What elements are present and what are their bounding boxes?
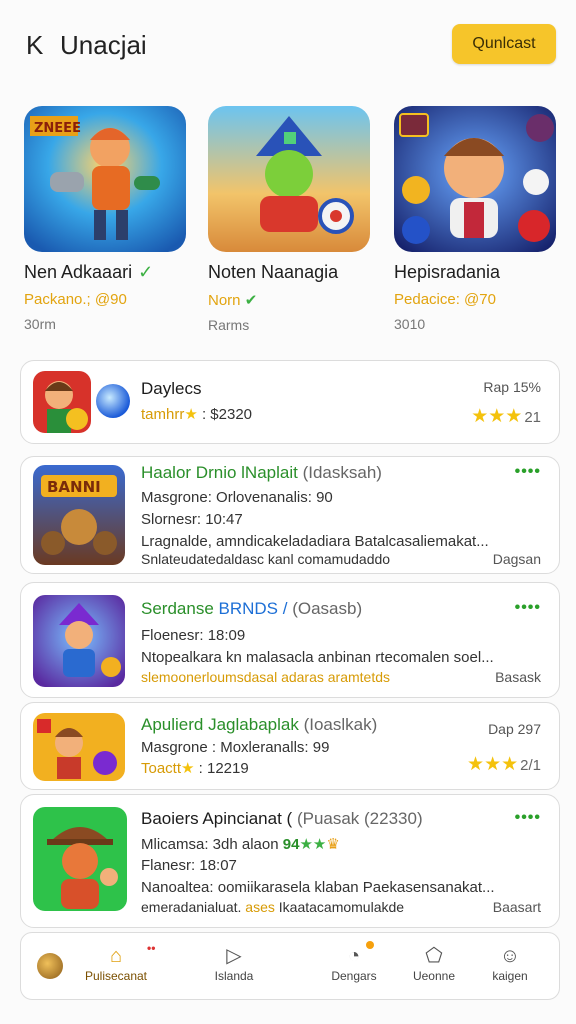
globe-icon [95, 383, 131, 419]
list-item[interactable]: Daylecs tamhrr★ : $2320 Rap 15% ★★★ 21 [20, 360, 560, 444]
featured-sub: 30rm [24, 316, 56, 332]
more-icon[interactable]: •••• [515, 463, 541, 481]
app-icon [33, 371, 91, 433]
rating-stars: ★★★ 2/1 [467, 754, 541, 775]
rating-number: 2/1 [520, 757, 541, 774]
game-thumbnail[interactable] [208, 106, 370, 252]
nav-item-profile[interactable]: ☺ kaigen [465, 943, 555, 983]
card-line-rest: Ikaatacamomulakde [278, 899, 405, 915]
rating-number: 21 [524, 409, 541, 426]
price-value: : $2320 [201, 406, 253, 423]
card-line: Mlicamsa: 3dh alaon [141, 836, 279, 853]
rank-text: Rap 15% [483, 379, 541, 395]
card-title: Serdanse [141, 599, 214, 618]
featured-name: Noten Naanagia [208, 262, 339, 282]
app-icon [33, 807, 127, 911]
nav-label: Islanda [214, 969, 254, 983]
verified-check-icon: ✓ [138, 262, 154, 282]
svg-text:BANNI: BANNI [47, 478, 101, 496]
card-line-highlight: ases [245, 899, 275, 915]
rating-number: 94 [282, 836, 300, 853]
back-button[interactable]: K [26, 30, 43, 61]
card-title: Apulierd Jaglabaplak [141, 715, 299, 734]
featured-meta: Pedacice: @70 [394, 291, 496, 308]
card-title: Baoiers Apincianat ( [141, 809, 293, 828]
nav-label: kaigen [492, 969, 528, 983]
card-line: Masgrone: Orlovenanalis: 90 [141, 489, 333, 506]
card-line: Snlateudatedaldasc kanl comamudaddo [141, 551, 391, 567]
speedometer-icon: ◔ [347, 945, 361, 967]
card-action[interactable]: Baasart [493, 899, 541, 915]
featured-item-3[interactable]: Hepisradania Pedacice: @70 3010 [394, 106, 558, 332]
card-line: Lragnalde, amndicakeladadiara Batalcasal… [141, 533, 489, 550]
featured-sub: 3010 [394, 316, 426, 332]
card-line: Nanoaltea: oomiikarasela klaban Paekasen… [141, 879, 495, 896]
app-icon [33, 713, 125, 781]
card-line: Masgrone : Moxleranalls: 99 [141, 739, 330, 756]
rating-stars: ★★ [299, 836, 327, 853]
play-icon: ▷ [226, 945, 242, 967]
more-icon[interactable]: •••• [515, 809, 541, 827]
star-icon: ★ [184, 406, 198, 423]
card-action[interactable]: Dagsan [493, 551, 541, 567]
card-line: Floenesr: 18:09 [141, 627, 246, 644]
bottom-navigation: •• ⌂ Pulisecanat ▷ Islanda ◔ Dengars ⬠ U… [20, 932, 560, 1000]
game-thumbnail[interactable] [394, 106, 556, 252]
rating-stars: ★★★ 21 [471, 406, 541, 427]
nav-item-home[interactable]: ⌂ Pulisecanat [71, 943, 161, 983]
card-title: Daylecs [141, 379, 202, 398]
price-label: tamhrr [141, 406, 185, 423]
card-title: Haalor Drnio lNaplait [141, 463, 298, 482]
card-title-suffix: (Idasksah) [302, 463, 382, 482]
card-action[interactable]: Basask [495, 669, 541, 685]
featured-name: Nen Adkaaari [24, 262, 133, 282]
app-icon [33, 595, 125, 687]
nav-label: Ueonne [412, 969, 456, 983]
app-icon: BANNI [33, 465, 125, 565]
page-title: Unacjai [60, 30, 147, 60]
price-label: Toactt [141, 760, 182, 777]
price-value: : 12219 [198, 760, 249, 777]
card-title-suffix: (Puasak (22330) [296, 809, 423, 828]
list-item[interactable]: Apulierd Jaglabaplak (Ioaslkak) Masgrone… [20, 702, 560, 790]
card-line: slemoonerloumsdasal adaras aramtetds [141, 669, 391, 685]
home-icon: ⌂ [109, 945, 123, 967]
card-line: Flanesr: 18:07 [141, 857, 237, 874]
featured-item-2[interactable]: Noten Naanagia Norn ✔ Rarms [208, 106, 372, 333]
featured-item-1[interactable]: ZNEEE Nen Adkaaari ✓ Packano.; @90 30rm [24, 106, 188, 332]
card-title-suffix: (Oasasb) [292, 599, 363, 618]
thumbnail-banner-text: ZNEEE [34, 121, 81, 136]
featured-meta: Packano.; @90 [24, 291, 127, 308]
featured-sub: Rarms [208, 317, 250, 333]
card-title-suffix: (Ioaslkak) [303, 715, 378, 734]
featured-name: Hepisradania [394, 262, 501, 282]
card-line: Slornesr: 10:47 [141, 511, 243, 528]
card-line: Ntopealkara kn malasacla anbinan rtecoma… [141, 649, 494, 666]
card-line: emeradanialuat. [141, 899, 242, 915]
list-item[interactable]: Serdanse BRNDS / (Oasasb) •••• Floenesr:… [20, 582, 560, 698]
nav-item-speed[interactable]: ◔ Dengars [309, 943, 399, 983]
nav-label: Dengars [331, 969, 377, 983]
crown-icon: ♛ [326, 836, 340, 853]
star-icon: ★ [181, 760, 195, 777]
nav-label: Pulisecanat [84, 969, 148, 983]
avatar[interactable] [37, 953, 63, 979]
smiley-icon: ☺ [499, 945, 521, 967]
more-icon[interactable]: •••• [515, 599, 541, 617]
rank-text: Dap 297 [488, 721, 541, 737]
header-cta-button[interactable]: Qunlcast [452, 24, 556, 64]
nav-item-play[interactable]: ▷ Islanda [189, 943, 279, 983]
shield-check-icon: ✔ [244, 292, 258, 309]
list-item[interactable]: Baoiers Apincianat ( (Puasak (22330) •••… [20, 794, 560, 928]
game-thumbnail[interactable]: ZNEEE [24, 106, 186, 252]
app-header: K Unacjai Qunlcast [0, 0, 576, 90]
featured-meta: Norn [208, 292, 241, 309]
list-item[interactable]: BANNI Haalor Drnio lNaplait (Idasksah) •… [20, 456, 560, 574]
card-title-tag: BRNDS / [218, 599, 288, 618]
